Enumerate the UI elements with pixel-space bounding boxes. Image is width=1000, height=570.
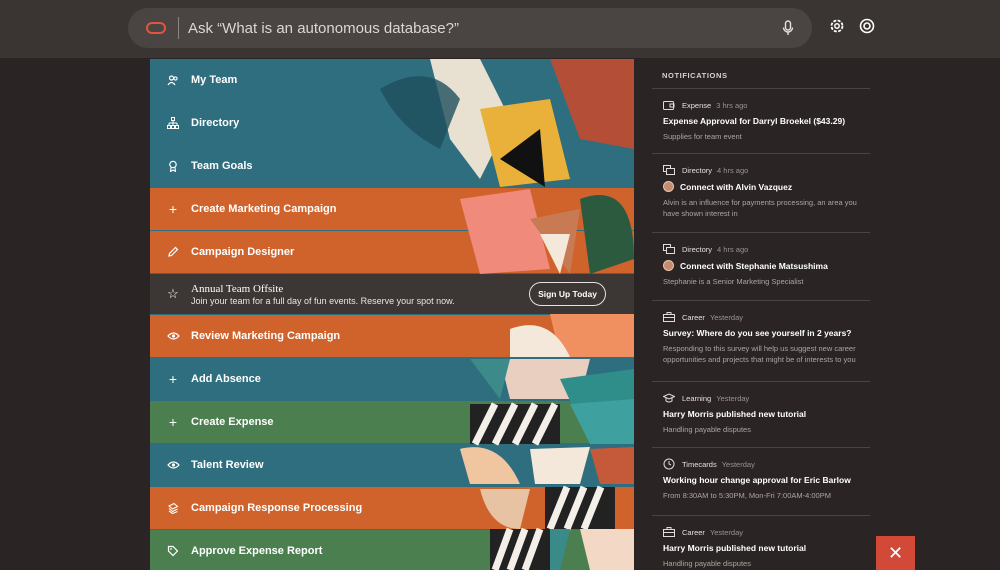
notification-meta: Expense 3 hrs ago bbox=[663, 99, 870, 111]
notification-category: Career bbox=[682, 312, 705, 322]
briefcase-icon bbox=[663, 312, 675, 322]
quick-actions-panel: My Team Directory Team Goals + Create Market… bbox=[150, 59, 634, 570]
notification-meta: Directory 4 hrs ago bbox=[663, 243, 870, 255]
notification-time: Yesterday bbox=[721, 459, 755, 469]
star-icon: ☆ bbox=[167, 286, 179, 301]
search-input[interactable]: Ask “What is an autonomous database?” bbox=[188, 20, 774, 37]
notification-meta: Career Yesterday bbox=[663, 311, 870, 323]
banner-description: Join your team for a full day of fun eve… bbox=[191, 295, 455, 306]
search-bar[interactable]: Ask “What is an autonomous database?” bbox=[128, 8, 812, 48]
notification-category: Career bbox=[682, 527, 705, 537]
notification-time: Yesterday bbox=[709, 527, 744, 537]
notification-subtitle: Handling payable disputes bbox=[663, 425, 751, 434]
notification-time: Yesterday bbox=[716, 393, 750, 403]
avatar bbox=[663, 260, 674, 271]
directory-icon bbox=[663, 244, 675, 254]
top-bar: Ask “What is an autonomous database?” bbox=[0, 0, 1000, 58]
notification-title-row: Connect with Stephanie Matsushima bbox=[663, 260, 870, 271]
notification-time: 4 hrs ago bbox=[717, 244, 749, 254]
notification-title[interactable]: Connect with Stephanie Matsushima bbox=[680, 261, 828, 271]
notification-meta: Learning Yesterday bbox=[663, 392, 870, 404]
notification-subtitle: Responding to this survey will help us s… bbox=[663, 344, 856, 364]
sign-up-button[interactable]: Sign Up Today bbox=[529, 282, 606, 306]
notification-category: Expense bbox=[682, 100, 712, 110]
search-divider bbox=[178, 17, 179, 39]
notification-title[interactable]: Survey: Where do you see yourself in 2 y… bbox=[663, 328, 852, 338]
help-icon[interactable] bbox=[858, 17, 876, 35]
notification-item[interactable]: Expense 3 hrs ago Expense Approval for Dar… bbox=[652, 88, 870, 142]
notification-item[interactable]: Career Yesterday Harry Morris published ne… bbox=[652, 515, 870, 569]
notification-time: 3 hrs ago bbox=[716, 100, 748, 110]
notification-title[interactable]: Harry Morris published new tutorial bbox=[663, 543, 806, 553]
avatar bbox=[663, 181, 674, 192]
notification-title-row: Harry Morris published new tutorial bbox=[663, 409, 870, 419]
notification-item[interactable]: Learning Yesterday Harry Morris published … bbox=[652, 381, 870, 435]
notification-subtitle: From 8:30AM to 5:30PM, Mon-Fri 7:00AM-4:… bbox=[663, 491, 831, 500]
notification-item[interactable]: Career Yesterday Survey: Where do you see … bbox=[652, 300, 870, 365]
graduation-cap-icon bbox=[663, 393, 675, 403]
notification-time: 4 hrs ago bbox=[717, 165, 749, 175]
oracle-logo-icon[interactable] bbox=[146, 22, 166, 34]
banner-text: Annual Team Offsite Join your team for a… bbox=[191, 283, 529, 306]
notification-title-row: Harry Morris published new tutorial bbox=[663, 543, 870, 553]
notification-item[interactable]: Timecards Yesterday Working hour change ap… bbox=[652, 447, 870, 501]
microphone-icon[interactable] bbox=[774, 20, 802, 36]
notification-title[interactable]: Working hour change approval for Eric Ba… bbox=[663, 475, 851, 485]
notification-time: Yesterday bbox=[709, 312, 744, 322]
notification-meta: Timecards Yesterday bbox=[663, 458, 870, 470]
decorative-artwork bbox=[380, 59, 634, 570]
wallet-icon bbox=[663, 100, 675, 110]
briefcase-icon bbox=[663, 527, 675, 537]
notification-item[interactable]: Directory 4 hrs ago Connect with Alvin Vaz… bbox=[652, 153, 870, 219]
notification-subtitle: Supplies for team event bbox=[663, 132, 742, 141]
close-button[interactable]: ✕ bbox=[876, 536, 915, 570]
notification-category: Directory bbox=[682, 165, 713, 175]
notification-title[interactable]: Connect with Alvin Vazquez bbox=[680, 182, 792, 192]
offsite-banner: ☆ Annual Team Offsite Join your team for… bbox=[150, 274, 634, 314]
gear-icon[interactable] bbox=[828, 17, 846, 35]
notification-meta: Career Yesterday bbox=[663, 526, 870, 538]
notification-category: Timecards bbox=[682, 459, 717, 469]
notification-subtitle: Alvin is an influence for payments proce… bbox=[663, 198, 857, 218]
clock-icon bbox=[663, 458, 675, 470]
notifications-heading: NOTIFICATIONS bbox=[662, 71, 728, 80]
notification-title[interactable]: Expense Approval for Darryl Broekel ($43… bbox=[663, 116, 845, 126]
notification-title-row: Survey: Where do you see yourself in 2 y… bbox=[663, 328, 870, 338]
notification-subtitle: Stephanie is a Senior Marketing Speciali… bbox=[663, 277, 804, 286]
notification-title-row: Expense Approval for Darryl Broekel ($43… bbox=[663, 116, 870, 126]
notification-subtitle: Handling payable disputes bbox=[663, 559, 751, 568]
notification-meta: Directory 4 hrs ago bbox=[663, 164, 870, 176]
notification-category: Learning bbox=[682, 393, 712, 403]
banner-title: Annual Team Offsite bbox=[191, 282, 284, 295]
notification-title-row: Working hour change approval for Eric Ba… bbox=[663, 475, 870, 485]
notification-category: Directory bbox=[682, 244, 713, 254]
notification-title-row: Connect with Alvin Vazquez bbox=[663, 181, 870, 192]
notification-title[interactable]: Harry Morris published new tutorial bbox=[663, 409, 806, 419]
notification-item[interactable]: Directory 4 hrs ago Connect with Stephanie… bbox=[652, 232, 870, 287]
directory-icon bbox=[663, 165, 675, 175]
